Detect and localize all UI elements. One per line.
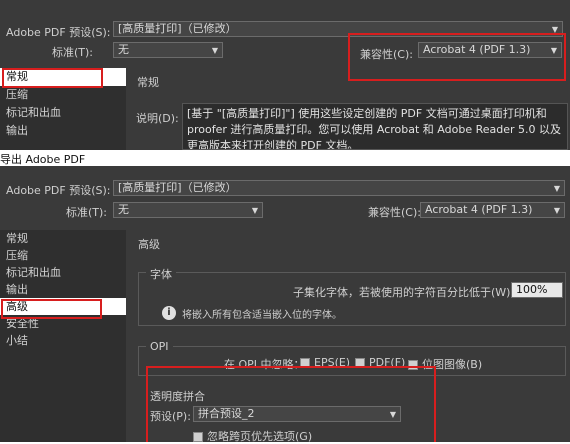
- standard-value: 无: [118, 43, 129, 56]
- standard-label: 标准(T):: [66, 206, 108, 219]
- standard-label: 标准(T):: [52, 46, 94, 59]
- preset-select[interactable]: [高质量打印]（已修改） ▼: [113, 180, 565, 196]
- dialog-title: 导出 Adobe PDF: [0, 153, 86, 166]
- highlight-flattening: [146, 366, 436, 442]
- info-icon: i: [162, 306, 176, 320]
- compat-select[interactable]: Acrobat 4 (PDF 1.3) ▼: [420, 202, 565, 218]
- standard-value: 无: [118, 203, 129, 216]
- preset-label: Adobe PDF 预设(S):: [6, 184, 111, 197]
- sidebar-item-marks-bleeds[interactable]: 标记和出血: [0, 104, 126, 122]
- chevron-down-icon: ▼: [553, 206, 560, 215]
- sidebar-item-marks-bleeds[interactable]: 标记和出血: [0, 264, 126, 281]
- highlight-general: [2, 68, 103, 88]
- preset-value: [高质量打印]（已修改）: [118, 22, 237, 35]
- sidebar-item-compression[interactable]: 压缩: [0, 247, 126, 264]
- compat-label: 兼容性(C):: [368, 206, 421, 219]
- opi-group-title: OPI: [146, 340, 173, 353]
- sidebar-item-compression[interactable]: 压缩: [0, 86, 126, 104]
- sidebar-item-output[interactable]: 输出: [0, 122, 126, 140]
- font-subset-label: 子集化字体，若被使用的字符百分比低于(W):: [293, 286, 515, 299]
- standard-select[interactable]: 无 ▼: [113, 42, 223, 58]
- chevron-down-icon: ▼: [211, 46, 218, 55]
- sidebar-item-output[interactable]: 输出: [0, 281, 126, 298]
- section-title: 高级: [138, 238, 160, 251]
- sidebar-item-general[interactable]: 常规: [0, 230, 126, 247]
- highlight-advanced: [1, 299, 102, 319]
- bottom-dialog-panel: Adobe PDF 预设(S): [高质量打印]（已修改） ▼ 标准(T): 无…: [0, 166, 570, 443]
- compat-value: Acrobat 4 (PDF 1.3): [425, 203, 533, 216]
- font-subset-input[interactable]: 100%: [511, 282, 563, 298]
- section-title: 常规: [137, 76, 159, 89]
- desc-label: 说明(D):: [136, 112, 179, 125]
- description-field[interactable]: [基于 "[高质量打印]"] 使用这些设定创建的 PDF 文档可通过桌面打印机和…: [182, 103, 568, 150]
- preset-value: [高质量打印]（已修改）: [118, 181, 237, 194]
- chevron-down-icon: ▼: [251, 206, 258, 215]
- bottom-sidebar: 常规 压缩 标记和出血 输出 高级 安全性 小结: [0, 230, 126, 442]
- top-dialog-panel: Adobe PDF 预设(S): [高质量打印]（已修改） ▼ 标准(T): 无…: [0, 0, 570, 150]
- font-group-title: 字体: [146, 266, 176, 282]
- standard-select[interactable]: 无 ▼: [113, 202, 263, 218]
- preset-label: Adobe PDF 预设(S):: [6, 26, 111, 39]
- highlight-compat: [348, 33, 566, 81]
- font-info-text: 将嵌入所有包含适当嵌入位的字体。: [182, 310, 342, 321]
- sidebar-item-summary[interactable]: 小结: [0, 332, 126, 349]
- chevron-down-icon: ▼: [553, 184, 560, 193]
